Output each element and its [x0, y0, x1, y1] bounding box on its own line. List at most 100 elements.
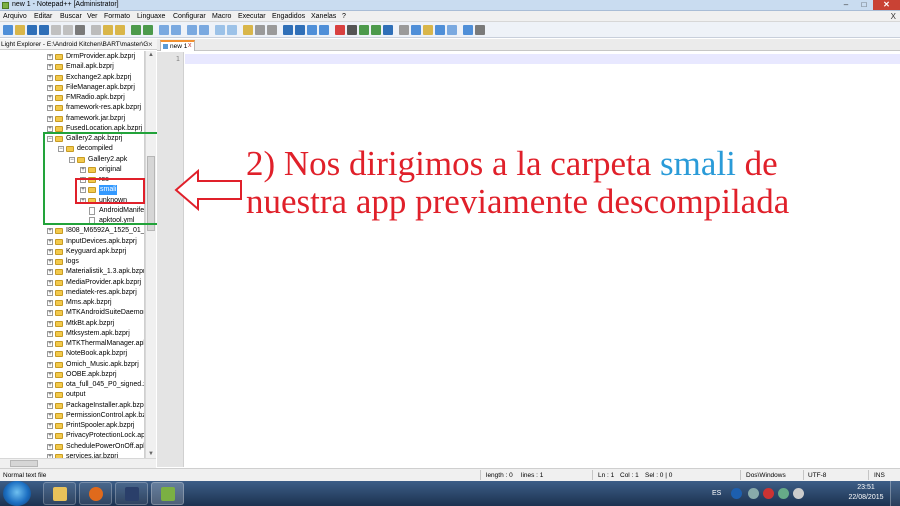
expand-icon[interactable]: +	[47, 443, 53, 450]
print-icon[interactable]	[75, 25, 85, 35]
expand-icon[interactable]: +	[47, 248, 53, 255]
menu-arquivo[interactable]: Arquivo	[3, 13, 27, 20]
expand-icon[interactable]: +	[47, 371, 53, 378]
start-button[interactable]	[3, 481, 31, 506]
close-window-button[interactable]: ✕	[873, 0, 900, 10]
expand-icon[interactable]: +	[47, 115, 53, 122]
plugin-1-icon[interactable]	[399, 25, 409, 35]
expand-icon[interactable]: +	[47, 125, 53, 132]
function-list-icon[interactable]	[295, 25, 305, 35]
expand-icon[interactable]: +	[47, 269, 53, 276]
redo-icon[interactable]	[143, 25, 153, 35]
expand-icon[interactable]: +	[47, 341, 53, 347]
expand-icon[interactable]: +	[47, 84, 53, 91]
expand-icon[interactable]: +	[47, 279, 53, 286]
menu-engadidos[interactable]: Engadidos	[272, 13, 305, 20]
close-explorer-icon[interactable]: ×	[148, 39, 153, 50]
expand-icon[interactable]: +	[47, 310, 53, 317]
expand-icon[interactable]: +	[47, 382, 53, 388]
open-file-icon[interactable]	[15, 25, 25, 35]
stop-macro-icon[interactable]	[347, 25, 357, 35]
cut-icon[interactable]	[91, 25, 101, 35]
expand-icon[interactable]: +	[47, 320, 53, 327]
expand-icon[interactable]: +	[47, 228, 53, 235]
expand-icon[interactable]: +	[47, 64, 53, 71]
expand-icon[interactable]: +	[47, 95, 53, 101]
show-desktop-button[interactable]	[890, 481, 900, 506]
save-macro-icon[interactable]	[383, 25, 393, 35]
plugin-5-icon[interactable]	[447, 25, 457, 35]
save-icon[interactable]	[27, 25, 37, 35]
scroll-up-icon[interactable]: ▲	[148, 52, 154, 58]
show-all-chars-icon[interactable]	[255, 25, 265, 35]
taskbar-firefox[interactable]	[79, 482, 112, 505]
volume-icon[interactable]	[793, 488, 804, 499]
expand-icon[interactable]: +	[47, 402, 53, 409]
replace-icon[interactable]	[171, 25, 181, 35]
menu-configurar[interactable]: Configurar	[173, 13, 206, 20]
doc-map-icon[interactable]	[283, 25, 293, 35]
expand-icon[interactable]: +	[47, 289, 53, 296]
find-icon[interactable]	[159, 25, 169, 35]
play-macro-icon[interactable]	[359, 25, 369, 35]
paste-icon[interactable]	[115, 25, 125, 35]
plugin-3-icon[interactable]	[423, 25, 433, 35]
explorer-horizontal-scrollbar[interactable]	[0, 458, 156, 468]
flag-icon[interactable]	[763, 488, 774, 499]
word-wrap-icon[interactable]	[243, 25, 253, 35]
expand-icon[interactable]: +	[47, 412, 53, 419]
run-macro-multiple-icon[interactable]	[371, 25, 381, 35]
zoom-out-icon[interactable]	[199, 25, 209, 35]
plugin-6-icon[interactable]	[463, 25, 473, 35]
maximize-button[interactable]: □	[855, 0, 873, 10]
menu-ver[interactable]: Ver	[87, 13, 98, 20]
close-all-icon[interactable]	[63, 25, 73, 35]
expand-icon[interactable]: +	[47, 74, 53, 81]
expand-icon[interactable]: +	[47, 105, 53, 112]
undo-icon[interactable]	[131, 25, 141, 35]
menu-buscar[interactable]: Buscar	[60, 13, 82, 20]
plugin-4-icon[interactable]	[435, 25, 445, 35]
close-document-icon[interactable]: X	[891, 12, 896, 21]
network-icon[interactable]	[778, 488, 789, 499]
menu-macro[interactable]: Macro	[212, 13, 231, 20]
hscroll-thumb[interactable]	[10, 460, 38, 467]
tab-new-1[interactable]: new 1 x	[160, 40, 195, 51]
taskbar-explorer[interactable]	[43, 482, 76, 505]
taskbar-notepadpp[interactable]	[151, 482, 184, 505]
record-macro-icon[interactable]	[335, 25, 345, 35]
expand-icon[interactable]: +	[47, 361, 53, 368]
language-indicator[interactable]: ES	[712, 490, 721, 497]
sync-h-icon[interactable]	[227, 25, 237, 35]
save-all-icon[interactable]	[39, 25, 49, 35]
menu-help[interactable]: ?	[342, 13, 346, 20]
clock-time[interactable]: 23:51	[846, 484, 886, 491]
close-file-icon[interactable]	[51, 25, 61, 35]
explorer-vertical-scrollbar[interactable]: ▲ ▼	[145, 51, 156, 458]
expand-icon[interactable]: +	[47, 433, 53, 440]
menu-editar[interactable]: Editar	[34, 13, 52, 20]
menu-executar[interactable]: Executar	[238, 13, 266, 20]
expand-icon[interactable]: +	[47, 330, 53, 337]
expand-icon[interactable]: +	[47, 300, 53, 306]
folder-workspace-icon[interactable]	[307, 25, 317, 35]
zoom-in-icon[interactable]	[187, 25, 197, 35]
new-file-icon[interactable]	[3, 25, 13, 35]
menu-xanelas[interactable]: Xanelas	[311, 13, 336, 20]
taskbar-terminal[interactable]	[115, 482, 148, 505]
sync-v-icon[interactable]	[215, 25, 225, 35]
indent-guide-icon[interactable]	[267, 25, 277, 35]
expand-icon[interactable]: +	[47, 54, 53, 60]
expand-icon[interactable]: +	[47, 351, 53, 358]
tray-arrow-icon[interactable]	[748, 488, 759, 499]
tab-close-icon[interactable]: x	[188, 42, 192, 49]
scroll-down-icon[interactable]: ▼	[148, 451, 154, 457]
monitoring-icon[interactable]	[319, 25, 329, 35]
expand-icon[interactable]: +	[47, 423, 53, 429]
clock-date[interactable]: 22/08/2015	[846, 494, 886, 501]
menu-formato[interactable]: Formato	[104, 13, 130, 20]
expand-icon[interactable]: +	[47, 392, 53, 399]
expand-icon[interactable]: +	[47, 238, 53, 245]
help-icon[interactable]	[731, 488, 742, 499]
copy-icon[interactable]	[103, 25, 113, 35]
